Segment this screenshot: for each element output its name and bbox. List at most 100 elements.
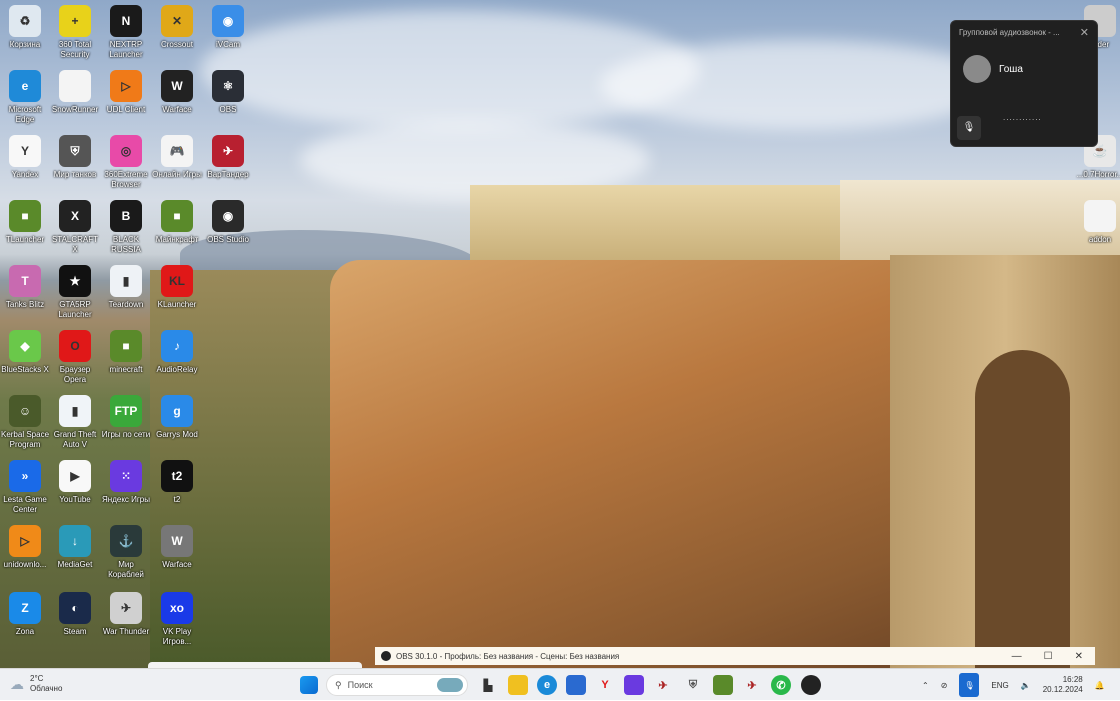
minecraft-button[interactable] (713, 675, 733, 695)
desktop-icon[interactable]: g Garrys Mod (152, 395, 202, 440)
desktop-icon[interactable]: ▮ Grand Theft Auto V (50, 395, 100, 450)
desktop-icon[interactable]: ◉ OBS Studio (203, 200, 253, 245)
desktop-icon[interactable]: FTP Игры по сети (101, 395, 151, 440)
desktop-icon-label: Teardown (108, 300, 144, 309)
desktop-icon[interactable]: t2 t2 (152, 460, 202, 505)
language-indicator[interactable]: ENG (991, 681, 1008, 690)
desktop-icon-label: STALCRAFT X (51, 235, 99, 254)
desktop-icon[interactable]: N NEXTRP Launcher (101, 5, 151, 60)
desktop-icon-label: Онлайн Игры (152, 170, 202, 179)
app-icon: ♻ (9, 5, 41, 37)
start-button[interactable] (300, 676, 318, 694)
desktop-icon[interactable]: ♪ AudioRelay (152, 330, 202, 375)
obs-taskbar-button[interactable] (801, 675, 821, 695)
weather-temp: 2°C (30, 674, 44, 683)
desktop-icon[interactable]: W Warface (152, 525, 202, 570)
desktop-icon-label: KLauncher (157, 300, 197, 309)
app-icon: ◎ (110, 135, 142, 167)
desktop-icon[interactable]: ✕ Crossout (152, 5, 202, 50)
weather-desc: Облачно (30, 684, 63, 693)
desktop-icon[interactable]: KL KLauncher (152, 265, 202, 310)
desktop-icon[interactable]: X STALCRAFT X (50, 200, 100, 255)
desktop-icon[interactable]: 🎮 Онлайн Игры (152, 135, 202, 180)
desktop-icon[interactable]: ↓ MediaGet (50, 525, 100, 570)
app-icon: e (9, 70, 41, 102)
store-button[interactable] (566, 675, 586, 695)
desktop-icon[interactable]: ◉ iVCam (203, 5, 253, 50)
desktop-icon[interactable]: W Warface (152, 70, 202, 115)
desktop-icon-label: BLACK RUSSIA (111, 235, 141, 254)
desktop-icon[interactable]: ▷ unidownlo... (0, 525, 50, 570)
desktop-icon[interactable]: ☺ Kerbal Space Program (0, 395, 50, 450)
yandex-games-button[interactable] (624, 675, 644, 695)
desktop-icon[interactable]: ▷ UDL Client (101, 70, 151, 115)
desktop-icon[interactable]: addon (1075, 200, 1120, 245)
yandex-button[interactable]: Y (595, 675, 615, 695)
app-icon: xo (161, 592, 193, 624)
desktop-icon[interactable]: ⚓ Мир Кораблей (101, 525, 151, 580)
desktop-icon-label: Lesta Game Center (3, 495, 47, 514)
desktop-icon[interactable]: ◎ 360Extreme Browser (101, 135, 151, 190)
desktop-icon[interactable]: ✈ ВарТандер (203, 135, 253, 180)
desktop-icon[interactable]: ▶ YouTube (50, 460, 100, 505)
desktop-icon[interactable]: Y Yandex (0, 135, 50, 180)
desktop-icon-label: Yandex (11, 170, 39, 179)
app-icon: ■ (9, 200, 41, 232)
clock[interactable]: 16:28 20.12.2024 (1043, 675, 1083, 695)
desktop-icon-label: t2 (173, 495, 181, 504)
chevron-up-icon[interactable]: ⌃ (922, 681, 929, 690)
desktop-icon[interactable]: ◐ Steam (50, 592, 100, 637)
app-icon: ▶ (59, 460, 91, 492)
desktop-icon-label: Яндекс Игры (102, 495, 150, 504)
desktop-icon-label: Kerbal Space Program (0, 430, 50, 449)
desktop-icon[interactable]: ⛨ Мир танков (50, 135, 100, 180)
desktop-icon[interactable]: SnowRunner (50, 70, 100, 115)
volume-icon[interactable]: 🔈 (1021, 681, 1031, 690)
war-thunder-button[interactable]: ✈ (653, 675, 673, 695)
whatsapp-button[interactable]: ✆ (771, 675, 791, 695)
desktop-icon[interactable]: ■ minecraft (101, 330, 151, 375)
weather-widget[interactable]: ☁ 2°C Облачно (10, 674, 62, 694)
app-icon: ↓ (59, 525, 91, 557)
tanks-button[interactable]: ⛨ (683, 675, 703, 695)
network-off-icon[interactable]: ⊘ (941, 681, 948, 690)
desktop-icon[interactable]: +360 Total Security (50, 5, 100, 60)
desktop-icon[interactable]: ⁙ Яндекс Игры (101, 460, 151, 505)
desktop-icon[interactable]: ■ Майнкрафт (152, 200, 202, 245)
desktop-icon-label: War Thunder (102, 627, 150, 636)
desktop-icon[interactable]: O Браузер Opera (50, 330, 100, 385)
war-thunder-2-button[interactable]: ✈ (742, 675, 762, 695)
desktop-icon[interactable]: ♻ Корзина (0, 5, 50, 50)
close-button[interactable]: ✕ (1075, 651, 1083, 662)
app-icon: ◐ (59, 592, 91, 624)
edge-button[interactable]: e (537, 675, 557, 695)
desktop-icon[interactable]: ▮ Teardown (101, 265, 151, 310)
app-icon: ★ (59, 265, 91, 297)
maximize-button[interactable]: ☐ (1044, 651, 1053, 662)
desktop-icon[interactable]: ★ GTA5RP Launcher (50, 265, 100, 320)
obs-window-titlebar[interactable]: OBS 30.1.0 - Профиль: Без названия - Сце… (375, 647, 1095, 665)
clock-date: 20.12.2024 (1042, 685, 1083, 694)
desktop-icon[interactable]: ◆ BlueStacks X (0, 330, 50, 375)
desktop-icon[interactable]: xo VK Play Игров... (152, 592, 202, 647)
search-box[interactable]: ⚲ Поиск (326, 674, 468, 696)
desktop-icon[interactable]: ⚛ OBS (203, 70, 253, 115)
task-view-button[interactable]: ▙ (478, 675, 498, 695)
desktop-icon[interactable]: » Lesta Game Center (0, 460, 50, 515)
app-icon: ✈ (212, 135, 244, 167)
minimize-button[interactable]: — (1012, 651, 1022, 662)
desktop-icon[interactable]: ■ TLauncher (0, 200, 50, 245)
desktop-icon[interactable]: Z Zona (0, 592, 50, 637)
desktop-icon[interactable]: T Tanks Blitz (0, 265, 50, 310)
desktop-icon-label: 360 Total Security (58, 40, 92, 59)
desktop-icon[interactable]: ✈ War Thunder (101, 592, 151, 637)
desktop-icon[interactable]: e Microsoft Edge (0, 70, 50, 125)
desktop-icon[interactable]: B BLACK RUSSIA (101, 200, 151, 255)
notification-bell-icon[interactable]: 🔔 (1095, 681, 1105, 690)
microphone-active-icon[interactable]: 🎙 (959, 673, 980, 697)
close-icon[interactable]: ✕ (1080, 26, 1089, 39)
file-explorer-button[interactable] (508, 675, 528, 695)
app-icon: ♪ (161, 330, 193, 362)
app-icon: 🎮 (161, 135, 193, 167)
microphone-button[interactable]: 🎙 (957, 116, 981, 140)
